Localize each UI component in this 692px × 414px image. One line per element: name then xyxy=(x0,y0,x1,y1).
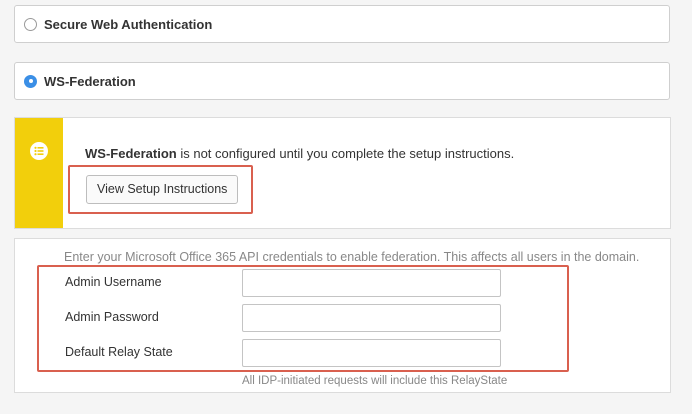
credentials-intro: Enter your Microsoft Office 365 API cred… xyxy=(64,250,640,264)
setup-notice: WS-Federation is not configured until yo… xyxy=(14,117,671,229)
admin-username-label: Admin Username xyxy=(65,275,162,289)
notice-bold-term: WS-Federation xyxy=(85,146,177,161)
option-ws-federation[interactable]: WS-Federation xyxy=(14,62,670,100)
radio-secure-web-authentication[interactable] xyxy=(24,17,37,31)
view-setup-instructions-button[interactable]: View Setup Instructions xyxy=(86,175,239,204)
option-secure-web-authentication[interactable]: Secure Web Authentication xyxy=(14,5,670,43)
list-icon xyxy=(30,142,48,160)
radio-ws-federation[interactable] xyxy=(24,74,37,88)
default-relay-state-input[interactable] xyxy=(242,339,501,367)
option-row: Secure Web Authentication xyxy=(15,6,669,42)
option-label-secure-web-authentication: Secure Web Authentication xyxy=(44,16,213,32)
admin-password-input[interactable] xyxy=(242,304,501,332)
sign-on-options-page: Secure Web Authentication WS-Federation … xyxy=(0,0,692,414)
notice-message: WS-Federation is not configured until yo… xyxy=(85,146,514,161)
notice-message-text: is not configured until you complete the… xyxy=(176,146,515,161)
option-row: WS-Federation xyxy=(15,63,669,99)
default-relay-state-label: Default Relay State xyxy=(65,345,173,359)
notice-stripe xyxy=(15,118,63,228)
option-label-ws-federation: WS-Federation xyxy=(44,73,136,89)
admin-username-input[interactable] xyxy=(242,269,501,297)
credentials-panel: Enter your Microsoft Office 365 API cred… xyxy=(14,238,671,393)
relay-state-help-text: All IDP-initiated requests will include … xyxy=(242,375,508,387)
admin-password-label: Admin Password xyxy=(65,310,159,324)
